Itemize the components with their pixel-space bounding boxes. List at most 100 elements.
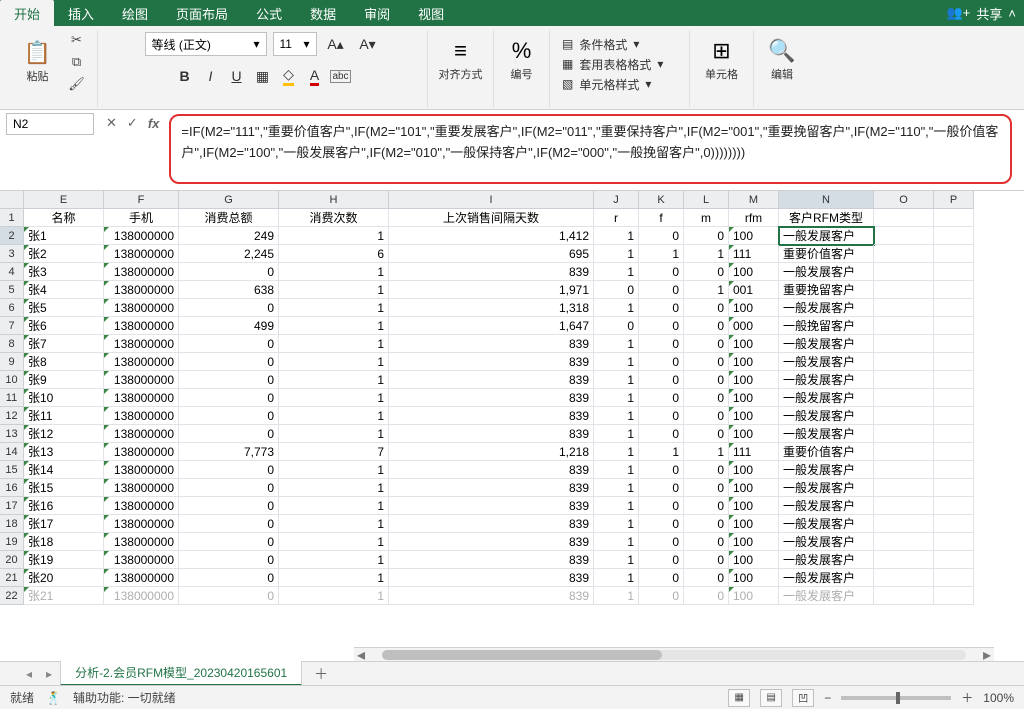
row-head-22[interactable]: 22 xyxy=(0,587,24,605)
cell[interactable] xyxy=(934,461,974,479)
cell[interactable]: 138000000 xyxy=(104,497,179,515)
cell[interactable] xyxy=(874,281,934,299)
share-label[interactable]: 共享 xyxy=(976,4,1002,23)
cell[interactable]: 0 xyxy=(179,479,279,497)
cell[interactable]: 0 xyxy=(684,569,729,587)
cell[interactable]: 100 xyxy=(729,353,779,371)
cell[interactable] xyxy=(934,425,974,443)
tab-draw[interactable]: 绘图 xyxy=(108,0,162,27)
cell[interactable]: 1 xyxy=(594,371,639,389)
cell[interactable]: 1 xyxy=(279,515,389,533)
cell[interactable]: 0 xyxy=(179,371,279,389)
cell[interactable]: 138000000 xyxy=(104,479,179,497)
cell[interactable]: 1,318 xyxy=(389,299,594,317)
cell[interactable]: 0 xyxy=(639,281,684,299)
cell[interactable]: 0 xyxy=(179,389,279,407)
col-head-F[interactable]: F xyxy=(104,191,179,209)
cell[interactable] xyxy=(934,281,974,299)
cell[interactable]: 0 xyxy=(639,497,684,515)
cell[interactable]: 0 xyxy=(684,461,729,479)
cell[interactable] xyxy=(874,443,934,461)
cell[interactable]: 一般发展客户 xyxy=(779,371,874,389)
cell[interactable]: 0 xyxy=(179,353,279,371)
header-cell[interactable]: r xyxy=(594,209,639,227)
cell[interactable]: 100 xyxy=(729,227,779,245)
cell[interactable]: 100 xyxy=(729,497,779,515)
cell[interactable]: 1,647 xyxy=(389,317,594,335)
cell[interactable]: 张6 xyxy=(24,317,104,335)
cell[interactable]: 一般挽留客户 xyxy=(779,317,874,335)
cell[interactable]: 100 xyxy=(729,263,779,281)
tab-review[interactable]: 审阅 xyxy=(350,0,404,27)
cell[interactable]: 1 xyxy=(594,227,639,245)
cell[interactable] xyxy=(934,533,974,551)
cell[interactable]: 0 xyxy=(639,425,684,443)
cell[interactable]: 0 xyxy=(684,263,729,281)
cell[interactable]: 0 xyxy=(639,389,684,407)
font-size-combo[interactable]: 11▾ xyxy=(273,32,317,56)
cell[interactable]: 138000000 xyxy=(104,515,179,533)
cell[interactable]: 0 xyxy=(179,335,279,353)
cell[interactable]: 0 xyxy=(639,371,684,389)
row-head-12[interactable]: 12 xyxy=(0,407,24,425)
cell[interactable]: 138000000 xyxy=(104,281,179,299)
col-head-M[interactable]: M xyxy=(729,191,779,209)
cell[interactable]: 1 xyxy=(279,461,389,479)
cell[interactable]: 0 xyxy=(639,479,684,497)
row-head-7[interactable]: 7 xyxy=(0,317,24,335)
cell[interactable] xyxy=(934,407,974,425)
cell[interactable] xyxy=(934,245,974,263)
header-cell[interactable]: 消费次数 xyxy=(279,209,389,227)
cell[interactable]: 张11 xyxy=(24,407,104,425)
col-head-O[interactable]: O xyxy=(874,191,934,209)
cell[interactable]: 6 xyxy=(279,245,389,263)
format-painter-button[interactable]: 🖌 xyxy=(66,74,88,94)
cell[interactable]: 张3 xyxy=(24,263,104,281)
cell[interactable] xyxy=(874,317,934,335)
cell[interactable]: 100 xyxy=(729,479,779,497)
view-pagelayout-button[interactable]: ▤ xyxy=(760,689,782,707)
paste-button[interactable]: 📋 粘贴 xyxy=(16,32,60,92)
cell[interactable]: 重要价值客户 xyxy=(779,245,874,263)
cell[interactable] xyxy=(934,515,974,533)
cell[interactable] xyxy=(874,407,934,425)
cell[interactable]: 138000000 xyxy=(104,371,179,389)
cell[interactable]: 1 xyxy=(279,497,389,515)
editing-button[interactable]: 🔍 编辑 xyxy=(760,30,804,90)
cell[interactable]: 1 xyxy=(594,389,639,407)
cell[interactable]: 0 xyxy=(684,371,729,389)
add-sheet-button[interactable]: ＋ xyxy=(304,661,338,687)
header-cell[interactable]: 手机 xyxy=(104,209,179,227)
col-head-J[interactable]: J xyxy=(594,191,639,209)
cell[interactable]: 重要挽留客户 xyxy=(779,281,874,299)
cell[interactable]: 100 xyxy=(729,461,779,479)
cell[interactable]: 839 xyxy=(389,533,594,551)
cell[interactable]: 1 xyxy=(684,245,729,263)
cell[interactable] xyxy=(874,533,934,551)
cell[interactable]: 1 xyxy=(639,245,684,263)
cell[interactable]: 1 xyxy=(594,461,639,479)
cell[interactable]: 一般发展客户 xyxy=(779,227,874,245)
cell[interactable]: 0 xyxy=(684,515,729,533)
cell[interactable]: 138000000 xyxy=(104,551,179,569)
cell[interactable]: 7 xyxy=(279,443,389,461)
spreadsheet-grid[interactable]: EFGHIJKLMNOP1名称手机消费总额消费次数上次销售间隔天数rfmrfm客… xyxy=(0,191,1024,661)
row-head-9[interactable]: 9 xyxy=(0,353,24,371)
cell[interactable]: 1 xyxy=(594,533,639,551)
cell[interactable]: 100 xyxy=(729,371,779,389)
cell[interactable]: 839 xyxy=(389,353,594,371)
cell[interactable]: 0 xyxy=(639,569,684,587)
zoom-out-button[interactable]: − xyxy=(824,691,831,705)
cell[interactable]: 138000000 xyxy=(104,263,179,281)
cell[interactable]: 一般发展客户 xyxy=(779,353,874,371)
italic-button[interactable]: I xyxy=(198,64,224,88)
header-cell[interactable]: f xyxy=(639,209,684,227)
shrink-font-button[interactable]: A▾ xyxy=(355,32,381,56)
cell[interactable]: 249 xyxy=(179,227,279,245)
cell[interactable]: 0 xyxy=(684,299,729,317)
cell[interactable]: 7,773 xyxy=(179,443,279,461)
cell[interactable]: 一般发展客户 xyxy=(779,515,874,533)
cell[interactable] xyxy=(874,497,934,515)
cell[interactable]: 0 xyxy=(639,551,684,569)
cell[interactable] xyxy=(874,245,934,263)
